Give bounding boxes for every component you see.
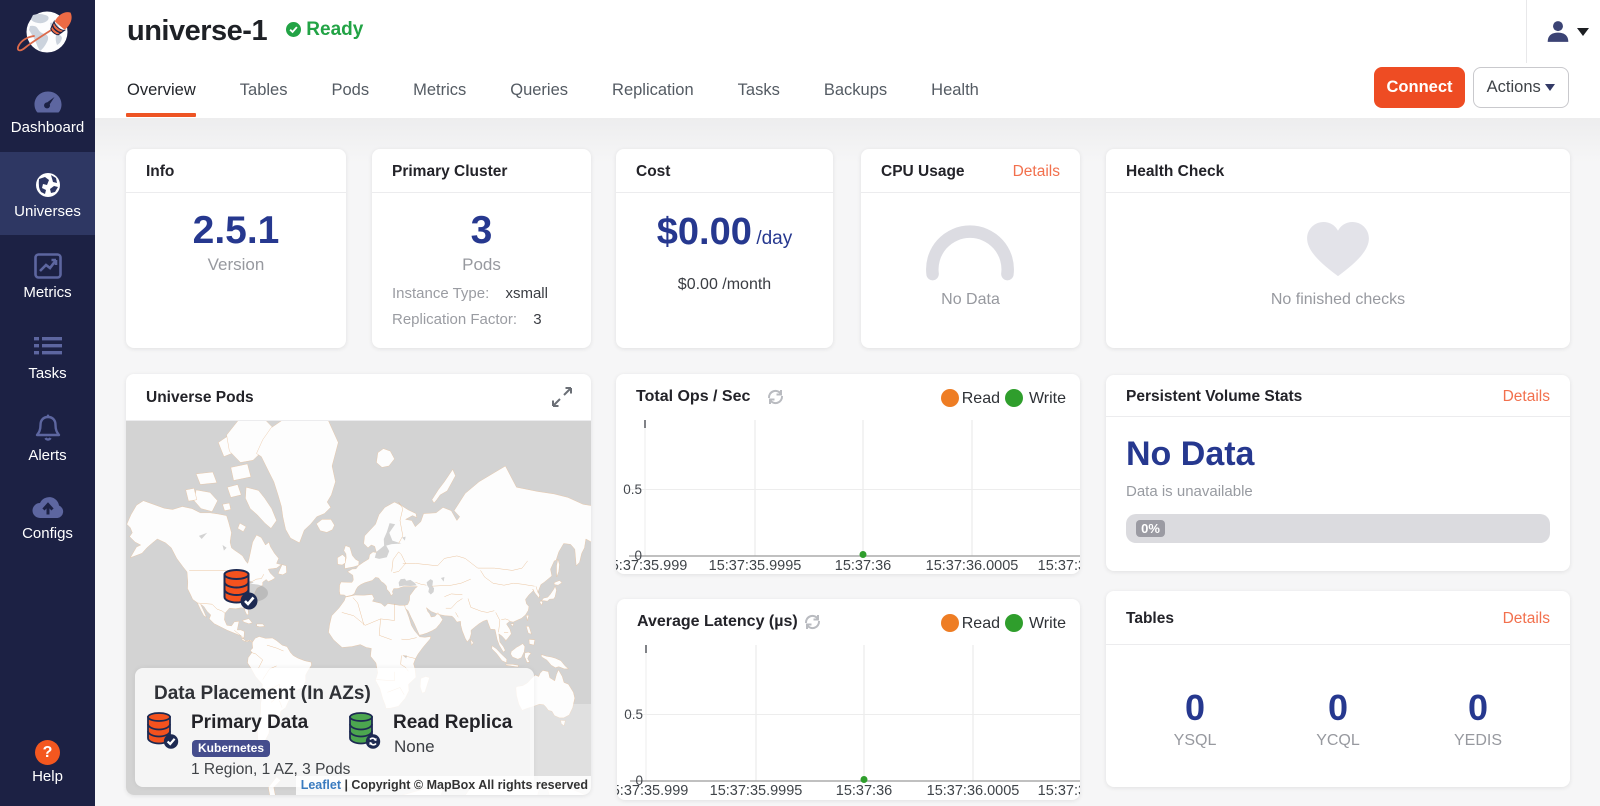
svg-text:15:37:36: 15:37:36: [835, 558, 891, 574]
svg-text:15:37:35.9995: 15:37:35.9995: [710, 783, 803, 799]
svg-text:15:37:36.001: 15:37:36.001: [1038, 783, 1080, 799]
svg-text:0.5: 0.5: [624, 707, 643, 722]
svg-text:15:37:35.9995: 15:37:35.9995: [709, 558, 802, 574]
svg-text:15:37:35.999: 15:37:35.999: [616, 558, 687, 574]
svg-text:15:37:36.001: 15:37:36.001: [1038, 558, 1080, 574]
svg-text:15:37:36.0005: 15:37:36.0005: [926, 558, 1019, 574]
svg-text:0.5: 0.5: [623, 482, 642, 497]
svg-text:15:37:35.999: 15:37:35.999: [617, 783, 688, 799]
svg-text:15:37:36.0005: 15:37:36.0005: [927, 783, 1020, 799]
svg-text:15:37:36: 15:37:36: [836, 783, 892, 799]
